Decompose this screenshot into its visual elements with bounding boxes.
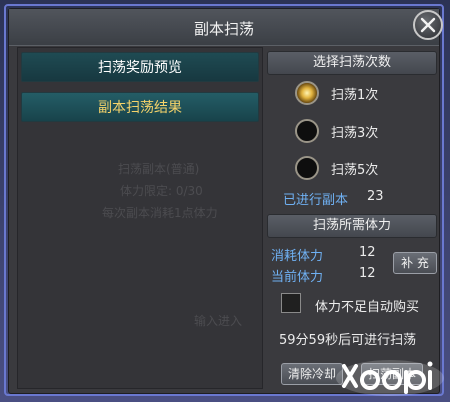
right-panel: 选择扫荡次数 扫荡1次 扫荡3次 扫荡5次 已进行副本 23 扫荡所需体力 消耗…: [267, 47, 437, 389]
close-button[interactable]: [413, 10, 443, 40]
option-sweep-1[interactable]: 扫荡1次: [295, 79, 378, 107]
close-icon: [420, 17, 436, 33]
background-text: 输入进入: [194, 314, 243, 328]
radio-selected-icon[interactable]: [295, 81, 319, 105]
background-text: 每次副本消耗1点体力: [102, 206, 218, 220]
auto-buy-label: 体力不足自动购买: [315, 300, 420, 315]
background-text: 扫荡副本(普通): [118, 162, 200, 176]
cooldown-text: 59分59秒后可进行扫荡: [279, 333, 417, 348]
option-sweep-3[interactable]: 扫荡3次: [295, 117, 378, 145]
completed-runs-value: 23: [367, 189, 384, 204]
radio-icon[interactable]: [295, 156, 319, 180]
refill-stamina-button[interactable]: 补 充: [393, 252, 437, 274]
stamina-cost-label: 消耗体力: [271, 249, 324, 264]
completed-runs-label: 已进行副本: [283, 193, 349, 208]
option-sweep-5[interactable]: 扫荡5次: [295, 154, 378, 182]
option-label: 扫荡5次: [331, 162, 379, 178]
count-section-header: 选择扫荡次数: [267, 51, 437, 75]
auto-buy-checkbox[interactable]: [281, 293, 301, 313]
option-label: 扫荡3次: [331, 125, 379, 141]
tab-reward-preview[interactable]: 扫荡奖励预览: [21, 52, 259, 82]
stamina-current-label: 当前体力: [271, 270, 324, 285]
site-watermark-logo: [336, 360, 444, 396]
radio-icon[interactable]: [295, 119, 319, 143]
left-panel: 扫荡奖励预览 副本扫荡结果 扫荡副本(普通) 体力限定: 0/30 每次副本消耗…: [17, 47, 263, 389]
sweep-dialog: 副本扫荡 扫荡奖励预览 副本扫荡结果 扫荡副本(普通) 体力限定: 0/30 每…: [8, 8, 443, 394]
stamina-section-header: 扫荡所需体力: [267, 214, 437, 238]
title-bar: 副本扫荡: [9, 9, 443, 46]
tab-sweep-result[interactable]: 副本扫荡结果: [21, 92, 259, 122]
background-text: 体力限定: 0/30: [120, 184, 203, 198]
dialog-title: 副本扫荡: [193, 20, 254, 38]
stamina-current-value: 12: [359, 266, 376, 281]
stamina-cost-value: 12: [359, 245, 376, 260]
option-label: 扫荡1次: [331, 87, 379, 103]
